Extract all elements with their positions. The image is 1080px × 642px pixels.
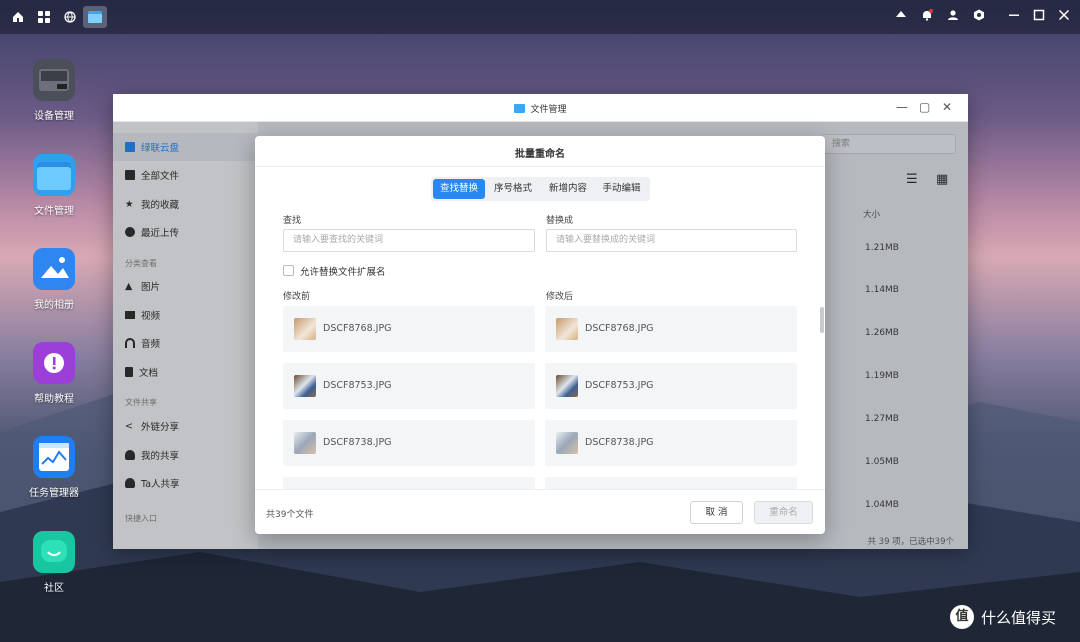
window-minimize-icon[interactable]: — — [896, 100, 908, 114]
photo-icon — [33, 248, 75, 290]
window-maximize-icon[interactable]: ▢ — [919, 100, 930, 114]
window-titlebar: 文件管理 — ▢ ✕ — [113, 94, 968, 122]
folder-icon — [33, 154, 75, 196]
list-item: DSCF8753.JPG — [545, 363, 797, 409]
globe-icon[interactable] — [58, 6, 82, 28]
tab-manual-edit[interactable]: 手动编辑 — [595, 179, 648, 199]
window-title: 文件管理 — [113, 102, 968, 115]
photo-thumbnail — [556, 318, 578, 340]
file-name: DSCF8753.JPG — [323, 380, 392, 391]
user-icon[interactable] — [947, 9, 959, 24]
bell-icon[interactable] — [921, 9, 933, 24]
tab-sequence-format[interactable]: 序号格式 — [487, 179, 539, 199]
file-name: DSCF8753.JPG — [585, 380, 654, 391]
desktop-icon-label: 设备管理 — [34, 111, 74, 122]
minimize-icon[interactable] — [1008, 9, 1020, 24]
rename-button[interactable]: 重命名 — [754, 501, 813, 524]
watermark-logo: 值 — [950, 605, 974, 629]
close-icon[interactable] — [1058, 9, 1070, 24]
allow-extension-checkbox[interactable] — [283, 265, 294, 276]
task-chart-icon — [33, 436, 75, 478]
desktop-icon-file-manager[interactable]: 文件管理 — [20, 154, 88, 217]
desktop-icon-help[interactable]: 帮助教程 — [20, 342, 88, 405]
file-name: DSCF8738.JPG — [323, 437, 392, 448]
tab-find-replace[interactable]: 查找替换 — [433, 179, 485, 199]
rename-mode-tabs: 查找替换 序号格式 新增内容 手动编辑 — [431, 177, 650, 201]
watermark-text: 什么值得买 — [981, 608, 1057, 627]
dialog-title: 批量重命名 — [515, 149, 565, 160]
after-label: 修改后 — [546, 292, 574, 302]
desktop-icon-device[interactable]: 设备管理 — [20, 59, 88, 122]
help-icon — [33, 342, 75, 384]
desktop-icon-label: 我的相册 — [34, 300, 74, 311]
allow-extension-label: 允许替换文件扩展名 — [300, 267, 386, 278]
file-name: DSCF8768.JPG — [585, 323, 654, 334]
photo-thumbnail — [556, 432, 578, 454]
photo-thumbnail — [294, 375, 316, 397]
list-item — [545, 477, 797, 489]
list-item: DSCF8738.JPG — [283, 420, 535, 466]
triangle-up-icon[interactable] — [896, 9, 906, 22]
settings-icon[interactable] — [973, 9, 985, 24]
top-taskbar — [0, 0, 1080, 34]
photo-thumbnail — [556, 375, 578, 397]
list-item: DSCF8768.JPG — [545, 306, 797, 352]
desktop-icon-label: 任务管理器 — [29, 488, 79, 499]
list-item — [283, 477, 535, 489]
desktop-icon-album[interactable]: 我的相册 — [20, 248, 88, 311]
window-title-text: 文件管理 — [530, 105, 567, 115]
photo-thumbnail — [294, 432, 316, 454]
community-icon — [33, 531, 75, 573]
find-label: 查找 — [283, 216, 302, 226]
tab-add-content[interactable]: 新增内容 — [541, 179, 595, 199]
before-label: 修改前 — [283, 292, 311, 302]
desktop-icon-label: 文件管理 — [34, 206, 74, 217]
photo-thumbnail — [294, 318, 316, 340]
desktop-icon-task-manager[interactable]: 任务管理器 — [20, 436, 88, 499]
find-input[interactable]: 请输入要查找的关键词 — [283, 229, 535, 252]
watermark: 值 什么值得买 — [950, 605, 1056, 629]
maximize-icon[interactable] — [1033, 9, 1045, 24]
desktop-icon-label: 帮助教程 — [34, 394, 74, 405]
window-close-icon[interactable]: ✕ — [942, 100, 952, 114]
file-manager-app-icon[interactable] — [83, 6, 107, 28]
list-item: DSCF8738.JPG — [545, 420, 797, 466]
device-icon — [33, 59, 75, 101]
divider — [255, 166, 825, 167]
folder-small-icon — [514, 104, 526, 113]
list-item: DSCF8768.JPG — [283, 306, 535, 352]
scrollbar[interactable] — [820, 307, 824, 333]
desktop-icon-community[interactable]: 社区 — [20, 531, 88, 594]
divider — [255, 489, 825, 490]
home-icon[interactable] — [6, 6, 30, 28]
file-count: 共39个文件 — [266, 510, 314, 520]
apps-grid-icon[interactable] — [32, 6, 56, 28]
batch-rename-dialog: 批量重命名 查找替换 序号格式 新增内容 手动编辑 查找 请输入要查找的关键词 … — [255, 136, 825, 534]
replace-label: 替换成 — [546, 216, 574, 226]
desktop-icon-label: 社区 — [44, 583, 64, 594]
file-name: DSCF8738.JPG — [585, 437, 654, 448]
file-name: DSCF8768.JPG — [323, 323, 392, 334]
cancel-button[interactable]: 取 消 — [690, 501, 743, 524]
list-item: DSCF8753.JPG — [283, 363, 535, 409]
replace-input[interactable]: 请输入要替换成的关键词 — [546, 229, 797, 252]
